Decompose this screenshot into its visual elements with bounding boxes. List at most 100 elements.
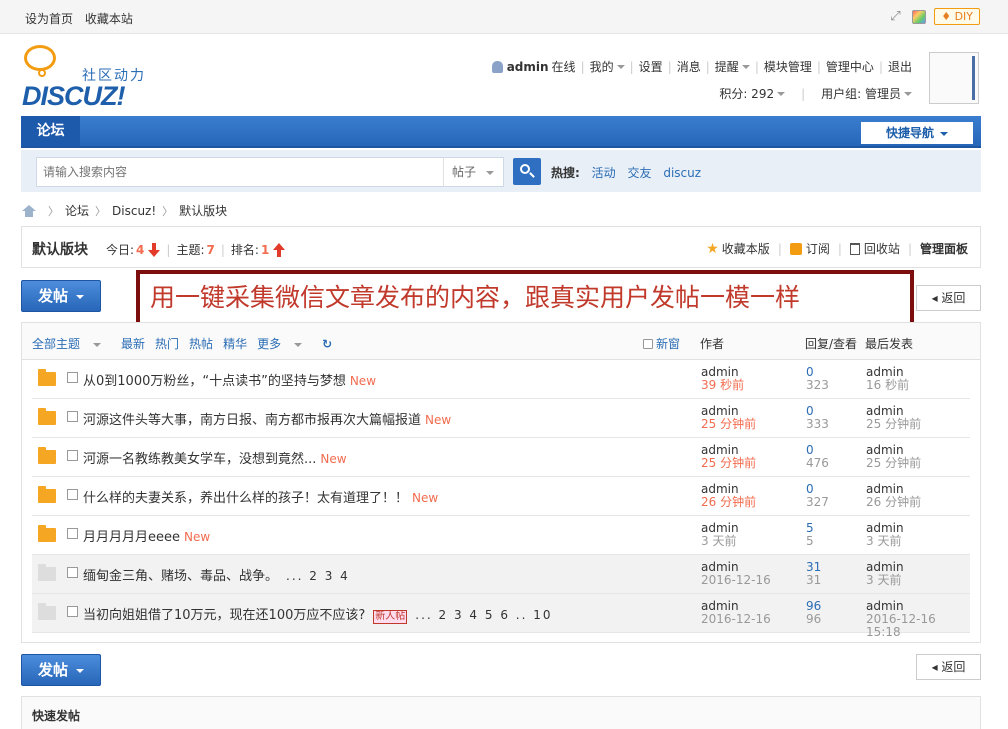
thread-views: 31 <box>806 573 822 587</box>
filter-digest[interactable]: 精华 <box>223 335 247 352</box>
favorite-forum-link[interactable]: 收藏本版 <box>722 240 770 257</box>
thread-last-time[interactable]: 2016-12-16 15:18 <box>866 613 970 639</box>
thread-stats-cell: 0 333 <box>806 405 829 431</box>
folder-icon[interactable] <box>38 486 56 503</box>
thread-last-cell: admin 25 分钟前 <box>866 444 921 470</box>
filter-all[interactable]: 全部主题 <box>32 335 111 352</box>
main-nav: 论坛 快捷导航 <box>21 116 981 148</box>
thread-author-cell: admin 2016-12-16 <box>701 561 771 587</box>
user-icon <box>491 60 503 73</box>
menu-module-manage[interactable]: 模块管理 <box>764 58 812 75</box>
thread-title-link[interactable]: 缅甸金三角、赌场、毒品、战争。 <box>83 569 278 584</box>
hot-term-discuz[interactable]: discuz <box>663 166 701 180</box>
menu-mine[interactable]: 我的 <box>590 58 614 75</box>
chevron-down-icon <box>777 91 786 96</box>
page-links[interactable]: ... 2 3 4 5 6 .. 10 <box>415 608 552 622</box>
thread-checkbox[interactable] <box>67 528 78 539</box>
menu-settings[interactable]: 设置 <box>639 58 663 75</box>
breadcrumb-current[interactable]: 默认版块 <box>179 202 227 219</box>
menu-logout[interactable]: 退出 <box>888 58 912 75</box>
thread-last-time[interactable]: 16 秒前 <box>866 379 909 392</box>
filter-more[interactable]: 更多 <box>257 335 312 352</box>
new-post-button-bottom[interactable]: 发帖 <box>21 654 101 686</box>
arrow-down-icon <box>148 242 161 257</box>
thread-post-time: 2016-12-16 <box>701 573 771 587</box>
folder-icon[interactable] <box>38 564 56 581</box>
diy-button[interactable]: ♦ DIY <box>934 8 980 25</box>
thread-last-time[interactable]: 3 天前 <box>866 574 904 587</box>
folder-icon[interactable] <box>38 603 56 620</box>
filter-latest[interactable]: 最新 <box>121 335 145 352</box>
back-button[interactable]: ◂ 返回 <box>916 285 981 311</box>
thread-checkbox[interactable] <box>67 372 78 383</box>
thread-views: 323 <box>806 378 829 392</box>
hot-term-friends[interactable]: 交友 <box>627 166 651 180</box>
manage-panel-link[interactable]: 管理面板 <box>920 240 968 257</box>
recycle-bin-link[interactable]: 回收站 <box>864 240 900 257</box>
palette-icon[interactable] <box>912 9 927 24</box>
thread-stats-cell: 96 96 <box>806 600 821 626</box>
thread-last-time[interactable]: 3 天前 <box>866 535 904 548</box>
subscribe-link[interactable]: 订阅 <box>806 240 830 257</box>
quick-nav-button[interactable]: 快捷导航 <box>861 122 973 144</box>
thread-checkbox[interactable] <box>67 450 78 461</box>
set-home-link[interactable]: 设为首页 <box>25 12 73 26</box>
thread-views: 476 <box>806 456 829 470</box>
new-badge: New <box>412 491 439 505</box>
thread-last-time[interactable]: 26 分钟前 <box>866 496 921 509</box>
folder-icon[interactable] <box>38 525 56 542</box>
thread-title-link[interactable]: 河源这件头等大事，南方日报、南方都市报再次大篇幅报道 <box>83 413 421 428</box>
back-button-bottom[interactable]: ◂ 返回 <box>916 654 981 680</box>
filter-popular[interactable]: 热门 <box>155 335 179 352</box>
new-window-checkbox[interactable] <box>643 338 653 349</box>
folder-icon[interactable] <box>38 408 56 425</box>
refresh-icon[interactable]: ↻ <box>322 337 332 351</box>
site-logo[interactable]: 社区动力 DISCUZ! <box>22 45 152 111</box>
new-badge: New <box>349 374 377 388</box>
breadcrumb-discuz[interactable]: Discuz! <box>112 204 156 218</box>
search-scope-select[interactable]: 帖子 <box>443 158 503 186</box>
user-group-link[interactable]: 用户组: 管理员 <box>821 85 901 102</box>
thread-title-link[interactable]: 从0到1000万粉丝，“十点读书”的坚持与梦想 <box>83 374 346 389</box>
diy-label: DIY <box>954 10 973 23</box>
thread-last-cell: admin 3 天前 <box>866 561 904 587</box>
thread-stats-cell: 0 476 <box>806 444 829 470</box>
new-post-button[interactable]: 发帖 <box>21 280 101 312</box>
thread-last-time[interactable]: 25 分钟前 <box>866 418 921 431</box>
search-input[interactable] <box>37 158 445 186</box>
page-links[interactable]: ... 2 3 4 <box>286 569 350 583</box>
thread-last-time[interactable]: 25 分钟前 <box>866 457 921 470</box>
thread-checkbox[interactable] <box>67 489 78 500</box>
thread-checkbox[interactable] <box>67 606 78 617</box>
avatar[interactable] <box>929 52 979 104</box>
thread-title-link[interactable]: 什么样的夫妻关系，养出什么样的孩子！太有道理了！！ <box>83 491 408 506</box>
folder-icon[interactable] <box>38 447 56 464</box>
thread-title-link[interactable]: 月月月月月eeee <box>83 530 180 545</box>
username-link[interactable]: admin <box>507 60 549 74</box>
thread-checkbox[interactable] <box>67 411 78 422</box>
menu-messages[interactable]: 消息 <box>677 58 701 75</box>
nav-tab-forum[interactable]: 论坛 <box>21 116 80 146</box>
filter-hot[interactable]: 热帖 <box>189 335 213 352</box>
promo-banner-text: 用一键采集微信文章发布的内容，跟真实用户发帖一模一样 <box>140 274 910 322</box>
fullscreen-icon[interactable]: ⤢ <box>890 9 904 24</box>
home-icon[interactable] <box>22 204 36 217</box>
folder-icon[interactable] <box>38 369 56 386</box>
today-count: 4 <box>136 242 145 257</box>
new-window-label: 新窗 <box>656 337 681 351</box>
top-bar: 设为首页 收藏本站 ⤢ ♦ DIY <box>0 0 1008 34</box>
breadcrumb-forum[interactable]: 论坛 <box>65 202 89 219</box>
table-row: 月月月月月eeee New admin 3 天前 5 5 admin 3 天前 <box>32 516 970 555</box>
thread-post-time: 3 天前 <box>701 534 737 548</box>
user-stats: 积分: 292 | 用户组: 管理员 <box>719 85 912 102</box>
thread-title-link[interactable]: 河源一名教练教美女学车，没想到竟然... <box>83 452 316 467</box>
new-window-toggle[interactable]: 新窗 <box>643 335 680 352</box>
points-link[interactable]: 积分: 292 <box>719 85 774 102</box>
menu-admin-center[interactable]: 管理中心 <box>826 58 874 75</box>
thread-checkbox[interactable] <box>67 567 78 578</box>
menu-reminders[interactable]: 提醒 <box>715 58 739 75</box>
bookmark-site-link[interactable]: 收藏本站 <box>85 12 133 26</box>
hot-term-activity[interactable]: 活动 <box>592 166 616 180</box>
search-button[interactable] <box>513 158 541 185</box>
thread-title-link[interactable]: 当初向姐姐借了10万元，现在还100万应不应该? <box>83 608 365 623</box>
